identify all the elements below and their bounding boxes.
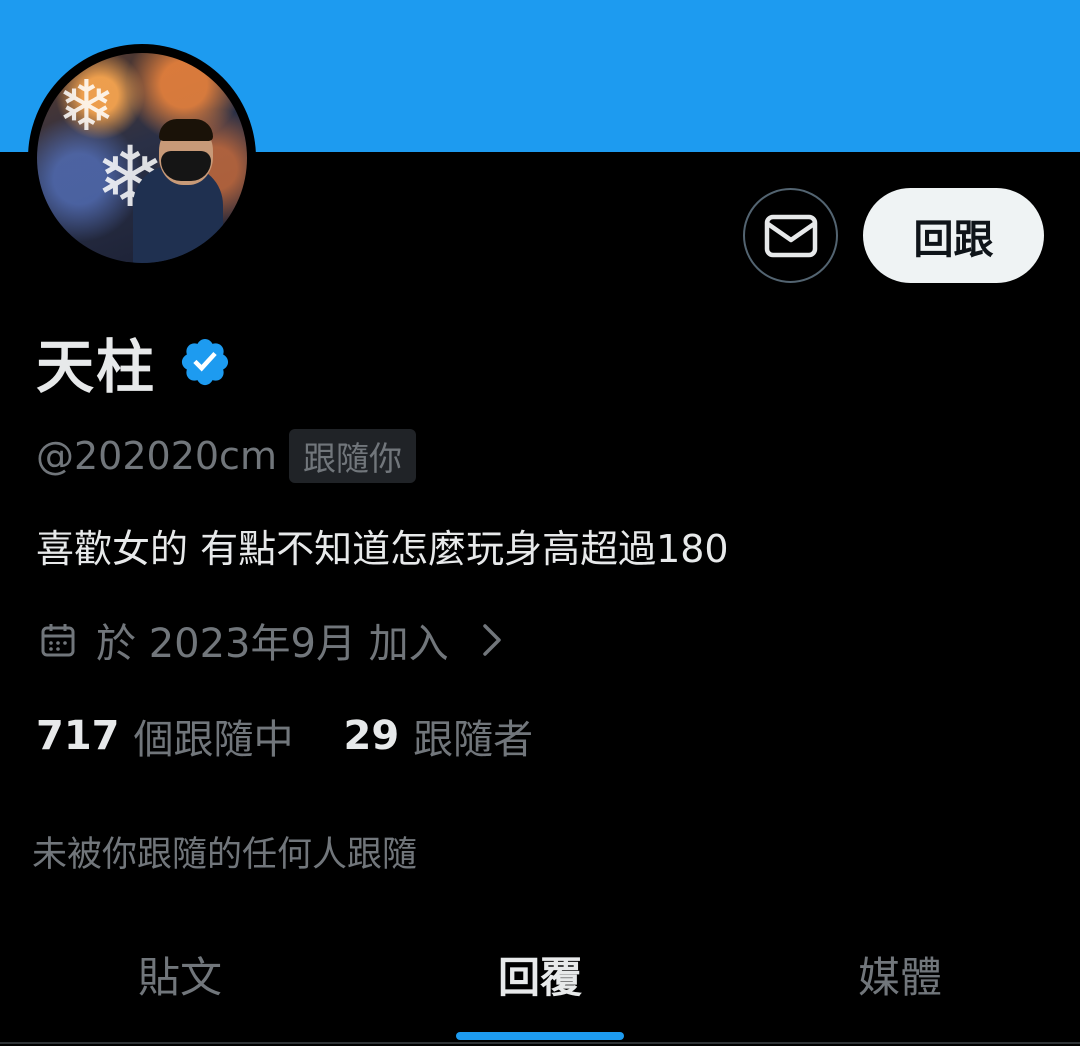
joined-date: 於 2023年9月 加入 <box>96 621 449 667</box>
avatar[interactable]: ❄ ❄ <box>28 44 256 272</box>
following-label: 個跟隨中 <box>133 717 294 763</box>
tab-media[interactable]: 媒體 <box>720 920 1080 1044</box>
tab-label: 回覆 <box>497 952 582 1002</box>
profile-tabs: 貼文 回覆 媒體 <box>0 920 1080 1044</box>
tab-label: 貼文 <box>137 952 222 1002</box>
following-stat[interactable]: 717 個跟隨中 <box>36 707 294 765</box>
tabs-divider <box>0 1042 1080 1044</box>
tab-replies[interactable]: 回覆 <box>360 920 720 1044</box>
handle-row: @202020cm 跟隨你 <box>36 426 416 486</box>
tab-posts[interactable]: 貼文 <box>0 920 360 1044</box>
person-hair <box>159 119 213 141</box>
tab-label: 媒體 <box>857 952 942 1002</box>
avatar-photo: ❄ ❄ <box>37 53 247 263</box>
mail-icon <box>764 214 817 257</box>
user-handle: @202020cm <box>36 434 277 478</box>
message-button[interactable] <box>743 188 838 283</box>
display-name: 天柱 <box>36 333 157 401</box>
joined-date-row[interactable]: 於 2023年9月 加入 <box>40 610 503 670</box>
followers-count: 29 <box>343 713 400 759</box>
following-count: 717 <box>36 713 120 759</box>
followers-you-know: 未被你跟隨的任何人跟隨 <box>32 835 418 875</box>
name-row: 天柱 <box>36 322 232 402</box>
active-tab-indicator <box>456 1032 624 1040</box>
follows-you-badge: 跟隨你 <box>288 429 416 483</box>
verified-badge-icon[interactable] <box>178 335 232 389</box>
followers-stat[interactable]: 29 跟隨者 <box>344 707 534 765</box>
follow-stats: 717 個跟隨中 29 跟隨者 <box>36 704 533 768</box>
followers-label: 跟隨者 <box>413 717 534 763</box>
calendar-icon <box>41 624 75 657</box>
face-mask <box>161 151 211 181</box>
follow-back-button[interactable]: 回跟 <box>863 188 1044 283</box>
profile-page: ❄ ❄ 回跟 天柱 @202020cm 跟隨你 喜歡女的 有點不知道怎麼玩身高超… <box>0 0 1080 1046</box>
chevron-right-icon <box>482 624 501 656</box>
profile-bio: 喜歡女的 有點不知道怎麼玩身高超過180 <box>36 527 729 571</box>
